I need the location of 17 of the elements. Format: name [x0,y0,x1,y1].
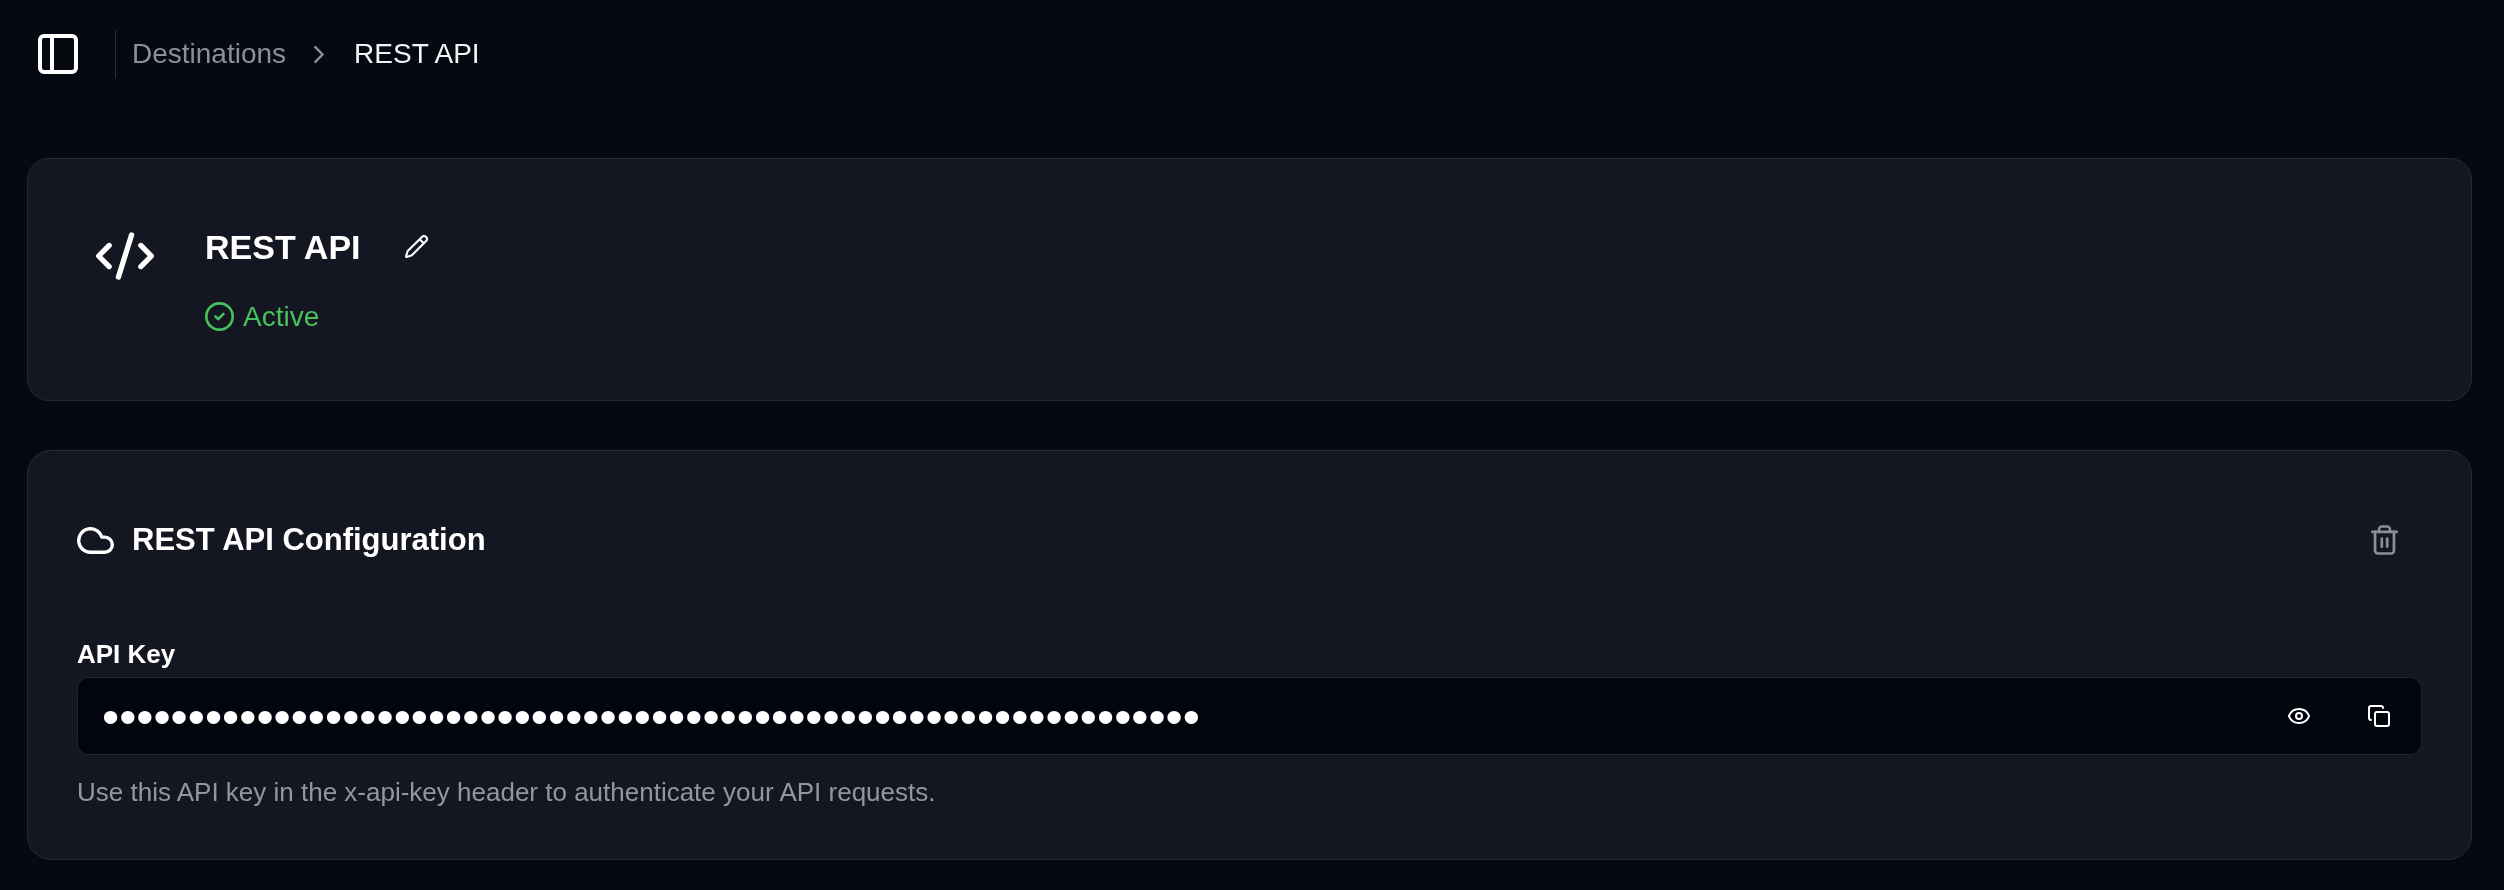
eye-icon [2288,708,2310,724]
breadcrumb-current: REST API [354,37,480,71]
field-label: API Key [77,638,176,670]
trash-icon [2371,525,2398,555]
help-text: Use this API key in the x-api-key header to authenticate your API requests. [77,777,936,807]
pencil-icon [404,235,428,258]
configuration-title: REST API Configuration [132,521,486,559]
cloud-icon [77,526,114,554]
chevron-right-icon [314,45,325,63]
copy-icon [2368,705,2390,727]
code-icon [96,231,154,280]
status-label: Active [243,300,320,333]
breadcrumb-link[interactable]: Destinations [132,36,287,72]
api-key-field[interactable]: •••••••••••••••••••••••••••••••••••••••••••••••••••••••••••••••• [77,677,2422,755]
check-circle-icon [205,302,234,331]
destination-title: REST API [205,226,361,267]
sidebar-panel-icon [38,34,78,74]
